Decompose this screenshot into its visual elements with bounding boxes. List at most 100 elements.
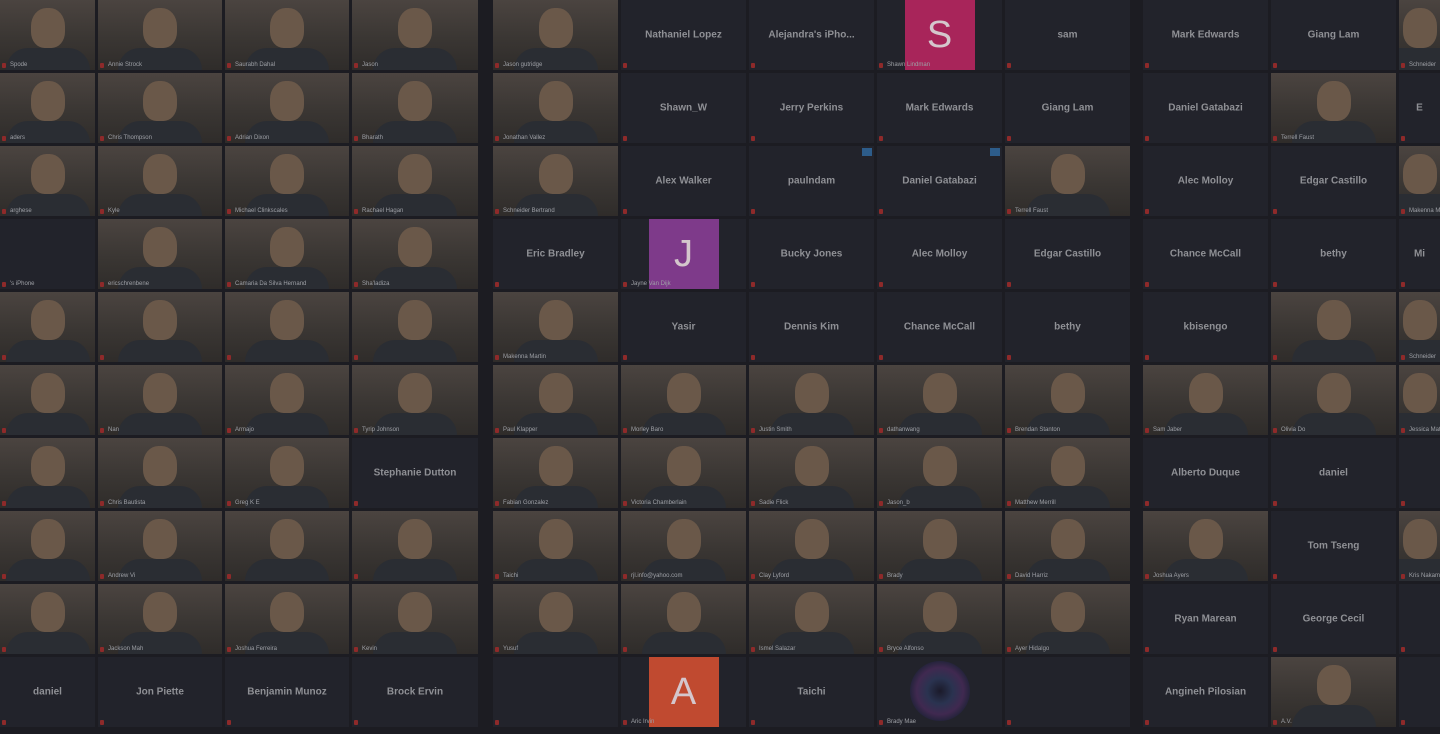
participant-tile[interactable]: George Cecil bbox=[1271, 584, 1396, 654]
participant-tile[interactable]: Mark Edwards bbox=[1143, 0, 1268, 70]
participant-tile[interactable]: Chance McCall bbox=[1143, 219, 1268, 289]
participant-tile[interactable]: Brendan Stanton bbox=[1005, 365, 1130, 435]
participant-tile[interactable]: Jackson Mah bbox=[98, 584, 222, 654]
participant-tile[interactable]: kbisengo bbox=[1143, 292, 1268, 362]
participant-tile[interactable]: Bucky Jones bbox=[749, 219, 874, 289]
participant-tile[interactable] bbox=[1399, 657, 1440, 727]
participant-tile[interactable]: aders bbox=[0, 73, 95, 143]
participant-tile[interactable]: 's iPhone bbox=[0, 219, 95, 289]
participant-tile[interactable]: Makenna Martin bbox=[493, 292, 618, 362]
participant-tile[interactable]: Armajo bbox=[225, 365, 349, 435]
participant-tile[interactable]: Chris Bautista bbox=[98, 438, 222, 508]
participant-tile[interactable]: Eric Bradley bbox=[493, 219, 618, 289]
participant-tile[interactable]: ericschrenbene bbox=[98, 219, 222, 289]
participant-tile[interactable]: Jonathan Vallez bbox=[493, 73, 618, 143]
participant-tile[interactable] bbox=[98, 292, 222, 362]
participant-tile[interactable]: Olivia Do bbox=[1271, 365, 1396, 435]
participant-tile[interactable]: Rachael Hagan bbox=[352, 146, 478, 216]
participant-tile[interactable]: Ismel Salazar bbox=[749, 584, 874, 654]
participant-tile[interactable]: Tyrip Johnson bbox=[352, 365, 478, 435]
participant-tile[interactable] bbox=[493, 657, 618, 727]
participant-tile[interactable]: Fabian Gonzalez bbox=[493, 438, 618, 508]
participant-tile[interactable] bbox=[0, 292, 95, 362]
participant-tile[interactable]: Annie Strock bbox=[98, 0, 222, 70]
participant-tile[interactable]: Adrian Dixon bbox=[225, 73, 349, 143]
participant-tile[interactable]: Jason_b bbox=[877, 438, 1002, 508]
participant-tile[interactable]: Shawn_W bbox=[621, 73, 746, 143]
participant-tile[interactable]: Kris Nakamura bbox=[1399, 511, 1440, 581]
participant-tile[interactable]: Michael Clinkscales bbox=[225, 146, 349, 216]
participant-tile[interactable]: Bryce Alfonso bbox=[877, 584, 1002, 654]
participant-tile[interactable] bbox=[0, 511, 95, 581]
participant-tile[interactable]: Sha'ladiza bbox=[352, 219, 478, 289]
participant-tile[interactable]: Schneider Bertrand bbox=[493, 146, 618, 216]
participant-tile[interactable]: Kevin bbox=[352, 584, 478, 654]
participant-tile[interactable] bbox=[352, 292, 478, 362]
participant-tile[interactable]: Jason gutridge bbox=[493, 0, 618, 70]
participant-tile[interactable] bbox=[1399, 584, 1440, 654]
participant-tile[interactable]: Tom Tseng bbox=[1271, 511, 1396, 581]
participant-tile[interactable]: bethy bbox=[1271, 219, 1396, 289]
participant-tile[interactable] bbox=[0, 438, 95, 508]
participant-tile[interactable]: bethy bbox=[1005, 292, 1130, 362]
participant-tile[interactable]: Brady Mae bbox=[877, 657, 1002, 727]
participant-tile[interactable]: Ayer Hidalgo bbox=[1005, 584, 1130, 654]
participant-tile[interactable]: Schneider bbox=[1399, 292, 1440, 362]
participant-tile[interactable]: Daniel Gatabazi bbox=[1143, 73, 1268, 143]
participant-tile[interactable]: E bbox=[1399, 73, 1440, 143]
participant-tile[interactable]: dathanwang bbox=[877, 365, 1002, 435]
participant-tile[interactable]: Jon Piette bbox=[98, 657, 222, 727]
participant-tile[interactable] bbox=[1005, 657, 1130, 727]
participant-tile[interactable]: Jessica Mattison bbox=[1399, 365, 1440, 435]
participant-tile[interactable]: Taichi bbox=[493, 511, 618, 581]
participant-tile[interactable]: Chris Thompson bbox=[98, 73, 222, 143]
participant-tile[interactable]: paulndam bbox=[749, 146, 874, 216]
participant-tile[interactable]: Justin Smith bbox=[749, 365, 874, 435]
participant-tile[interactable]: Dennis Kim bbox=[749, 292, 874, 362]
participant-tile[interactable]: Mark Edwards bbox=[877, 73, 1002, 143]
participant-tile[interactable]: Spode bbox=[0, 0, 95, 70]
participant-tile[interactable]: Joshua Ferreira bbox=[225, 584, 349, 654]
participant-tile[interactable]: A Aric Irvin bbox=[621, 657, 746, 727]
participant-tile[interactable] bbox=[0, 584, 95, 654]
participant-tile[interactable]: Paul Klapper bbox=[493, 365, 618, 435]
participant-tile[interactable]: sam bbox=[1005, 0, 1130, 70]
participant-tile[interactable]: Yasir bbox=[621, 292, 746, 362]
participant-tile[interactable]: Brock Ervin bbox=[352, 657, 478, 727]
participant-tile[interactable] bbox=[0, 365, 95, 435]
participant-tile[interactable]: Nathaniel Lopez bbox=[621, 0, 746, 70]
participant-tile[interactable]: Nan bbox=[98, 365, 222, 435]
participant-tile[interactable]: Chance McCall bbox=[877, 292, 1002, 362]
participant-tile[interactable]: S Shawn Lindman bbox=[877, 0, 1002, 70]
participant-tile[interactable]: Stephanie Dutton bbox=[352, 438, 478, 508]
participant-tile[interactable]: daniel bbox=[1271, 438, 1396, 508]
participant-tile[interactable]: Taichi bbox=[749, 657, 874, 727]
participant-tile[interactable]: Camaria Da Silva Hernand bbox=[225, 219, 349, 289]
participant-tile[interactable]: A.V. bbox=[1271, 657, 1396, 727]
participant-tile[interactable]: Alberto Duque bbox=[1143, 438, 1268, 508]
participant-tile[interactable]: David Harriz bbox=[1005, 511, 1130, 581]
participant-tile[interactable]: Edgar Castillo bbox=[1005, 219, 1130, 289]
participant-tile[interactable]: Greg K E bbox=[225, 438, 349, 508]
participant-tile[interactable]: Makenna M bbox=[1399, 146, 1440, 216]
participant-tile[interactable]: Victoria Chamberlain bbox=[621, 438, 746, 508]
participant-tile[interactable]: Morley Baro bbox=[621, 365, 746, 435]
participant-tile[interactable]: Terrell Faust bbox=[1271, 73, 1396, 143]
participant-tile[interactable] bbox=[352, 511, 478, 581]
participant-tile[interactable]: Andrew Vi bbox=[98, 511, 222, 581]
participant-tile[interactable]: Alec Molloy bbox=[1143, 146, 1268, 216]
participant-tile[interactable]: Joshua Ayers bbox=[1143, 511, 1268, 581]
participant-tile[interactable]: Ryan Marean bbox=[1143, 584, 1268, 654]
participant-tile[interactable]: J Jayne Van Dijk bbox=[621, 219, 746, 289]
participant-tile[interactable] bbox=[1399, 438, 1440, 508]
participant-tile[interactable]: Alex Walker bbox=[621, 146, 746, 216]
participant-tile[interactable]: Sadie Flick bbox=[749, 438, 874, 508]
participant-tile[interactable]: Sam Jaber bbox=[1143, 365, 1268, 435]
participant-tile[interactable]: Mi bbox=[1399, 219, 1440, 289]
participant-tile[interactable]: Clay Lyford bbox=[749, 511, 874, 581]
participant-tile[interactable]: daniel bbox=[0, 657, 95, 727]
participant-tile[interactable]: Bharath bbox=[352, 73, 478, 143]
participant-tile[interactable]: Giang Lam bbox=[1005, 73, 1130, 143]
participant-tile[interactable]: rjl.info@yahoo.com bbox=[621, 511, 746, 581]
participant-tile[interactable] bbox=[621, 584, 746, 654]
